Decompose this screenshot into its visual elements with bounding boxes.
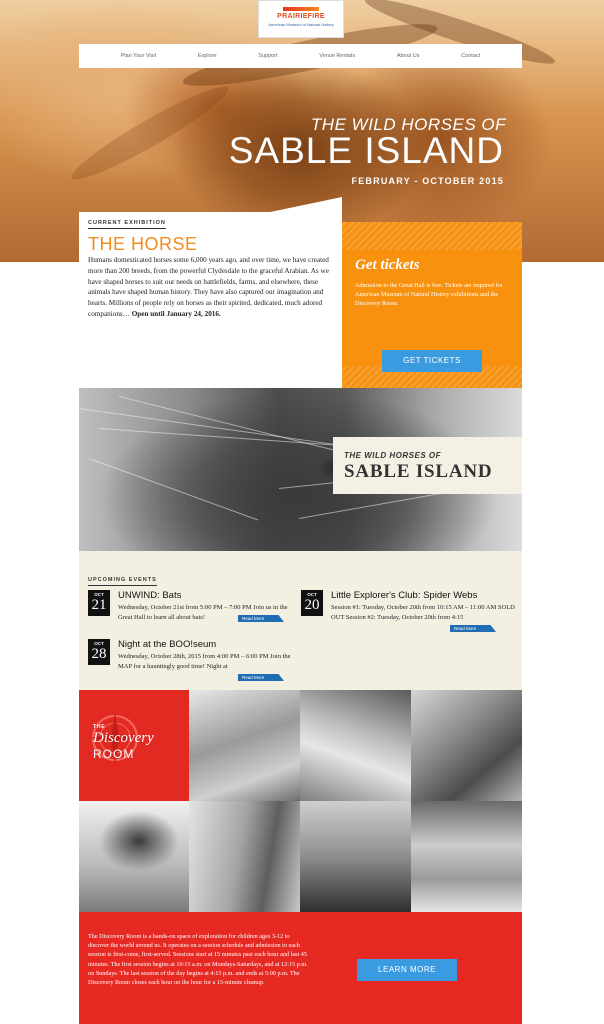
nav-explore[interactable]: Explore bbox=[198, 53, 217, 59]
event-day: 21 bbox=[91, 597, 107, 613]
discovery-room-word: ROOM bbox=[93, 747, 135, 761]
event-description: Session #1: Tuesday, October 20th from 1… bbox=[331, 604, 515, 621]
discovery-photo-grid: THE Discovery ROOM bbox=[79, 690, 522, 912]
event-item: OCT 28 Night at the BOO!seum Wednesday, … bbox=[88, 639, 300, 679]
exhibition-description: Humans domesticated horses some 6,000 ye… bbox=[88, 256, 329, 318]
hero-title: SABLE ISLAND bbox=[228, 130, 504, 171]
tickets-title: Get tickets bbox=[355, 257, 420, 273]
event-title[interactable]: UNWIND: Bats bbox=[118, 590, 181, 601]
discovery-body: The Discovery Room is a hands-on space o… bbox=[88, 933, 308, 987]
get-tickets-button[interactable]: GET TICKETS bbox=[382, 350, 482, 372]
event-description: Wednesday, October 28th, 2015 from 4:00 … bbox=[118, 653, 291, 670]
read-more-button[interactable]: Read More bbox=[238, 615, 284, 622]
read-more-button[interactable]: Read More bbox=[238, 674, 284, 681]
photo-children-activity bbox=[411, 690, 522, 801]
feature-subtitle: THE WILD HORSES OF bbox=[344, 451, 441, 460]
nav-venue-rentals[interactable]: Venue Rentals bbox=[319, 53, 355, 59]
discovery-info: The Discovery Room is a hands-on space o… bbox=[79, 912, 522, 1024]
event-item: OCT 20 Little Explorer's Club: Spider We… bbox=[301, 590, 519, 630]
exhibition-open-until: Open until January 24, 2016. bbox=[131, 309, 221, 318]
sable-island-feature[interactable]: THE WILD HORSES OF SABLE ISLAND bbox=[333, 437, 522, 494]
event-day: 28 bbox=[91, 646, 107, 662]
current-exhibition: CURRENT EXHIBITION THE HORSE Humans dome… bbox=[79, 212, 342, 388]
read-more-button[interactable]: Read More bbox=[450, 625, 496, 632]
tickets-stripe-top bbox=[342, 222, 522, 250]
upcoming-events: UPCOMING EVENTS OCT 21 UNWIND: Bats Wedn… bbox=[79, 551, 522, 690]
site-logo[interactable]: PRAIRIEFIRE American Museum of Natural H… bbox=[258, 0, 344, 38]
hero-dates: FEBRUARY - OCTOBER 2015 bbox=[351, 176, 504, 186]
exhibition-body: Humans domesticated horses some 6,000 ye… bbox=[88, 255, 338, 320]
main-nav: Plan Your Visit Explore Support Venue Re… bbox=[79, 44, 522, 68]
nav-about-us[interactable]: About Us bbox=[397, 53, 420, 59]
photo-girl-binoculars bbox=[79, 801, 189, 912]
exhibition-title[interactable]: THE HORSE bbox=[88, 234, 198, 255]
hero-mane-shape bbox=[65, 76, 235, 190]
logo-mark-icon bbox=[283, 7, 319, 11]
photo-room-interior bbox=[411, 801, 522, 912]
photo-boys-map bbox=[300, 801, 411, 912]
discovery-title: Discovery bbox=[93, 730, 154, 746]
event-title[interactable]: Night at the BOO!seum bbox=[118, 639, 216, 650]
nav-contact[interactable]: Contact bbox=[461, 53, 480, 59]
event-date-badge: OCT 21 bbox=[88, 590, 110, 616]
event-title[interactable]: Little Explorer's Club: Spider Webs bbox=[331, 590, 477, 601]
events-label: UPCOMING EVENTS bbox=[88, 577, 157, 586]
logo-wordmark: PRAIRIEFIRE bbox=[277, 13, 325, 20]
nav-support[interactable]: Support bbox=[258, 53, 277, 59]
feature-title: SABLE ISLAND bbox=[344, 461, 493, 482]
event-item: OCT 21 UNWIND: Bats Wednesday, October 2… bbox=[88, 590, 300, 630]
logo-subtitle: American Museum of Natural History bbox=[268, 22, 334, 27]
event-day: 20 bbox=[304, 597, 320, 613]
discovery-room-tile[interactable]: THE Discovery ROOM bbox=[79, 690, 189, 801]
nav-plan-your-visit[interactable]: Plan Your Visit bbox=[121, 53, 156, 59]
event-date-badge: OCT 20 bbox=[301, 590, 323, 616]
photo-girls-magnifier bbox=[189, 801, 300, 912]
mane-strand bbox=[88, 458, 259, 521]
event-date-badge: OCT 28 bbox=[88, 639, 110, 665]
photo-child-exhibit bbox=[300, 690, 411, 801]
photo-dinosaur-skeleton bbox=[189, 690, 300, 801]
tickets-body: Admission to the Great Hall is free. Tic… bbox=[355, 282, 503, 307]
tickets-panel: Get tickets Admission to the Great Hall … bbox=[342, 222, 522, 388]
learn-more-button[interactable]: LEARN MORE bbox=[357, 959, 457, 981]
exhibition-label: CURRENT EXHIBITION bbox=[88, 220, 166, 229]
